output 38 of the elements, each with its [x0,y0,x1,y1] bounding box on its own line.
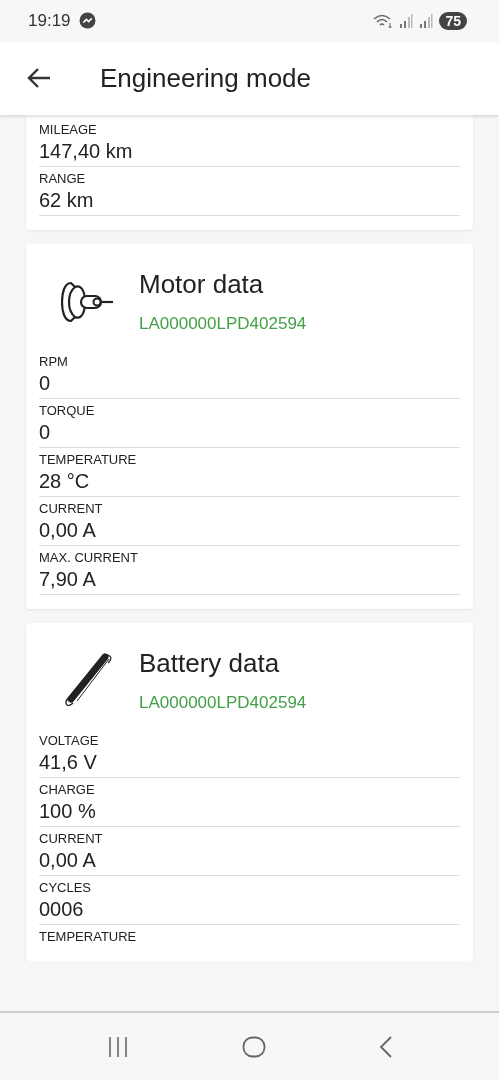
field-value: 147,40 km [39,138,134,164]
field-value: 28 °C [39,468,91,494]
home-icon[interactable] [241,1035,266,1058]
back-icon[interactable] [378,1034,393,1059]
field-label: CURRENT [39,830,104,847]
field-label: TORQUE [39,402,96,419]
field-label: CURRENT [39,500,104,517]
field-value: 0 [39,370,52,396]
wifi-icon [373,12,394,29]
field-label: TEMPERATURE [39,451,138,468]
card-title: Battery data [139,648,281,680]
field-label: MILEAGE [39,121,98,138]
field-value: 7,90 A [39,566,97,592]
field-label: CYCLES [39,879,93,896]
card-title: Motor data [139,269,265,301]
recent-apps-icon[interactable] [106,1035,129,1058]
status-time: 19:19 [28,10,71,31]
field-label: RANGE [39,170,87,187]
field-value: 0006 [39,896,85,922]
field-value: 0,00 A [39,847,97,873]
field-value: 0,00 A [39,517,97,543]
field-label: VOLTAGE [39,732,100,749]
field-value: 41,6 V [39,749,98,775]
field-value: 100 % [39,798,97,824]
screen-title: Engineering mode [100,62,312,94]
field-value: 62 km [39,187,95,213]
back-arrow-icon[interactable] [26,67,52,90]
messenger-icon [78,12,96,30]
field-value: 0 [39,419,52,445]
field-label: RPM [39,353,69,370]
signal-icon [399,13,414,28]
field-label: MAX. CURRENT [39,549,139,566]
field-label: CHARGE [39,781,96,798]
serial-number: LA000000LPD402594 [139,693,307,714]
battery-badge: 75 [439,11,467,30]
signal-icon [419,13,434,28]
serial-number: LA000000LPD402594 [139,314,307,335]
field-label: TEMPERATURE [39,928,138,945]
